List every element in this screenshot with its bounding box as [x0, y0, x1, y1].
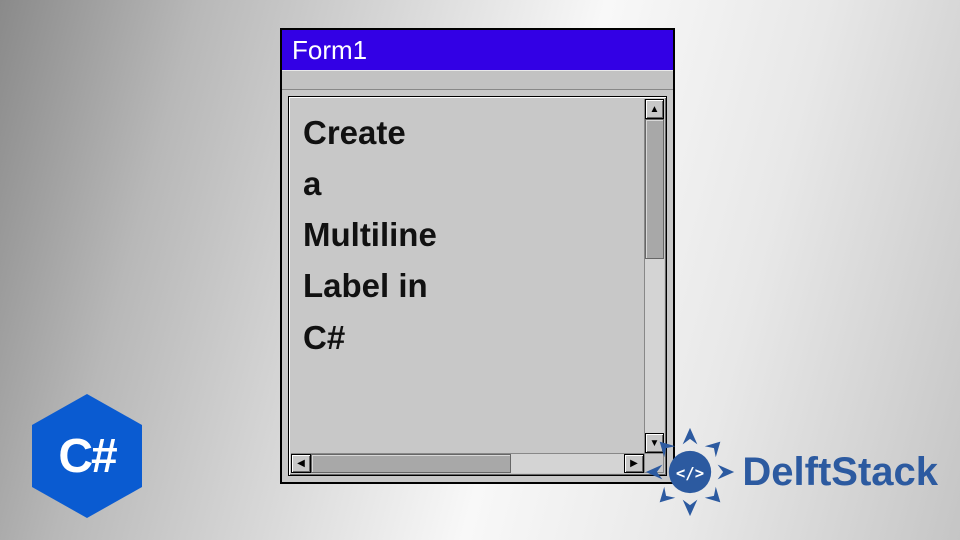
triangle-right-icon: ▶ [630, 458, 638, 469]
titlebar[interactable]: Form1 [282, 30, 673, 70]
horizontal-scroll-thumb[interactable] [311, 454, 511, 473]
code-tag-icon: </> [676, 463, 704, 482]
hexagon-icon: C# [32, 394, 142, 518]
label-line: a [303, 158, 632, 209]
window-toolbar [282, 70, 673, 90]
csharp-text: C# [58, 429, 115, 484]
window-title: Form1 [292, 35, 367, 66]
triangle-left-icon: ◀ [297, 458, 305, 469]
label-line: Label in [303, 260, 632, 311]
label-content: Create a Multiline Label in C# [291, 99, 644, 453]
label-line: Multiline [303, 209, 632, 260]
scroll-panel: Create a Multiline Label in C# ▲ ▼ ◀ [288, 96, 667, 476]
horizontal-scrollbar[interactable]: ◀ ▶ [291, 453, 644, 473]
triangle-up-icon: ▲ [650, 104, 660, 115]
scroll-right-button[interactable]: ▶ [624, 454, 644, 473]
delftstack-text: DelftStack [742, 450, 938, 495]
form-window: Form1 Create a Multiline Label in C# ▲ ▼ [280, 28, 675, 484]
label-line: Create [303, 107, 632, 158]
client-area: Create a Multiline Label in C# ▲ ▼ ◀ [282, 90, 673, 482]
vertical-scrollbar[interactable]: ▲ ▼ [644, 99, 664, 453]
delftstack-emblem-icon: </> [644, 426, 736, 518]
csharp-badge: C# [32, 394, 142, 518]
scroll-left-button[interactable]: ◀ [291, 454, 311, 473]
vertical-scroll-thumb[interactable] [645, 119, 664, 259]
label-line: C# [303, 312, 632, 363]
scroll-up-button[interactable]: ▲ [645, 99, 664, 119]
delftstack-logo: </> DelftStack [644, 426, 938, 518]
